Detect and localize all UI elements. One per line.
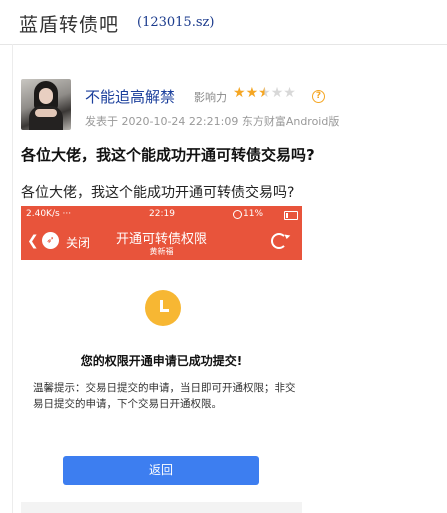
post-body: 各位大佬，我这个能成功开通可转债交易吗? <box>21 185 295 201</box>
battery-percent: 11% <box>243 209 264 219</box>
forum-title[interactable]: 蓝盾转债吧 <box>19 10 119 37</box>
star-icon: ★ <box>245 85 259 101</box>
clock-icon <box>233 210 242 219</box>
refresh-icon[interactable] <box>271 233 287 249</box>
star-icon: ★ <box>258 85 271 101</box>
help-icon[interactable]: ? <box>312 90 325 103</box>
return-button[interactable]: 返回 <box>63 456 259 485</box>
network-speed: 2.40K/s ··· <box>26 209 72 219</box>
divider <box>12 44 13 513</box>
forum-header: 蓝盾转债吧 (123015.sz) <box>0 0 447 45</box>
tips-text: 温馨提示：交易日提交的申请，当日即可开通权限；非交易日提交的申请，下个交易日开通… <box>33 382 296 410</box>
avatar[interactable] <box>21 79 71 130</box>
star-icon: ★ <box>283 85 296 101</box>
username-link[interactable]: 不能追高解禁 <box>85 86 175 107</box>
battery-icon <box>284 211 298 220</box>
pending-icon <box>145 290 181 326</box>
rating-stars: ★★★★★ <box>233 85 296 101</box>
post-title: 各位大佬，我这个能成功开通可转债交易吗? <box>21 146 315 164</box>
success-message: 您的权限开通申请已成功提交! <box>80 354 243 368</box>
phone-nav-bar: ❮ ➶ 关闭 开通可转债权限 黄新福 <box>21 223 302 260</box>
phone-bottom-area <box>21 502 302 513</box>
status-time: 22:19 <box>149 209 175 219</box>
stock-code[interactable]: (123015.sz) <box>137 15 214 30</box>
post-meta: 发表于 2020-10-24 22:21:09 东方财富Android版 <box>85 115 340 128</box>
influence-label: 影响力 <box>194 91 227 104</box>
star-icon: ★ <box>233 85 246 101</box>
phone-status-bar: 2.40K/s ··· 22:19 11% <box>21 206 302 223</box>
embedded-screenshot: 2.40K/s ··· 22:19 11% ❮ ➶ 关闭 开通可转债权限 黄新福… <box>21 206 302 513</box>
nav-subtitle: 黄新福 <box>149 247 174 256</box>
star-icon: ★ <box>270 85 284 101</box>
nav-title: 开通可转债权限 <box>115 232 207 247</box>
